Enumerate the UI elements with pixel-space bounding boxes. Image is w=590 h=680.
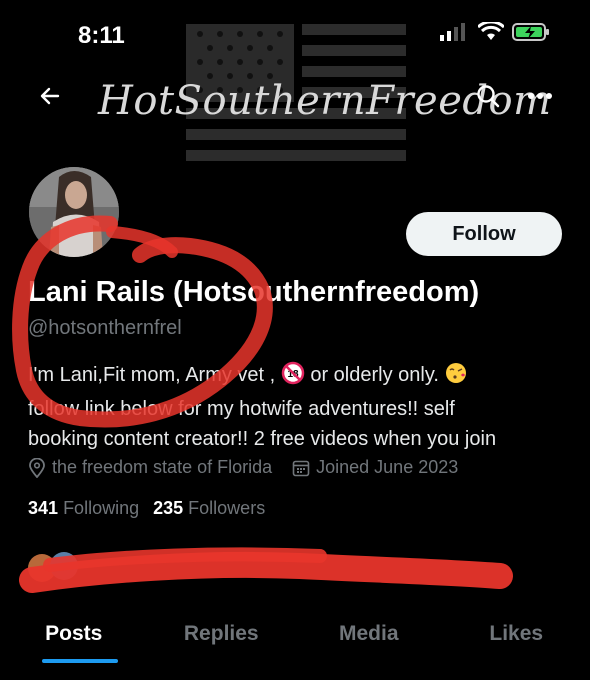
joined-text: Joined June 2023 [316,457,459,477]
followed-by-avatars [28,552,78,582]
wifi-icon [478,22,504,40]
battery-charging-icon [512,23,549,41]
tab-likes[interactable]: Likes [443,600,590,680]
follow-button[interactable]: Follow [406,212,562,256]
red-scribble-tail [106,226,178,258]
location-text: the freedom state of Florida [52,457,273,477]
tab-media[interactable]: Media [295,600,443,680]
arrow-left-icon [40,87,60,105]
bio-text-4: booking content creator!! 2 free videos … [28,428,497,450]
search-icon [477,85,500,108]
tab-posts[interactable]: Posts [0,600,148,680]
follow-stats: 341 Following 235 Followers [28,498,265,519]
status-bar: 8:11 [0,0,590,60]
followers-link[interactable]: 235 Followers [153,498,265,519]
more-options-button[interactable] [520,76,560,116]
more-horizontal-icon [528,93,552,99]
profile-bio: I'm Lani,Fit mom, Army vet , 18 or older… [28,360,568,454]
location-item: the freedom state of Florida [28,457,272,478]
back-button[interactable] [30,76,70,116]
joined-item: Joined June 2023 [292,457,458,478]
status-time: 8:11 [78,22,125,49]
following-count: 341 [28,498,59,518]
calendar-icon [292,460,310,476]
location-pin-icon [29,457,45,478]
following-label: Following [63,498,140,518]
profile-avatar[interactable] [26,164,122,260]
display-name: Lani Rails (Hotsouthernfreedom) [28,276,480,308]
following-link[interactable]: 341 Following [28,498,139,519]
active-tab-indicator [42,659,118,663]
kissing-face-icon [444,361,468,394]
followers-label: Followers [188,498,266,518]
followed-by-row[interactable] [28,548,508,588]
profile-meta: the freedom state of Florida Joined June… [28,457,478,478]
bio-text-2: or olderly only. [310,364,439,386]
cellular-signal-icon [440,23,465,41]
tab-replies[interactable]: Replies [148,600,296,680]
avatar-photo [29,167,119,257]
bio-text-1: I'm Lani,Fit mom, Army vet , [28,364,276,386]
profile-tabs: Posts Replies Media Likes [0,600,590,680]
status-icons [440,22,550,42]
bio-text-3: follow link below for my hotwife adventu… [28,398,455,420]
search-button[interactable] [468,76,508,116]
profile-handle: @hotsonthernfrel [28,317,182,339]
no-under-18-icon: 18 [281,361,305,394]
bio-line-1: I'm Lani,Fit mom, Army vet , 18 or older… [28,360,568,394]
followers-count: 235 [153,498,184,518]
